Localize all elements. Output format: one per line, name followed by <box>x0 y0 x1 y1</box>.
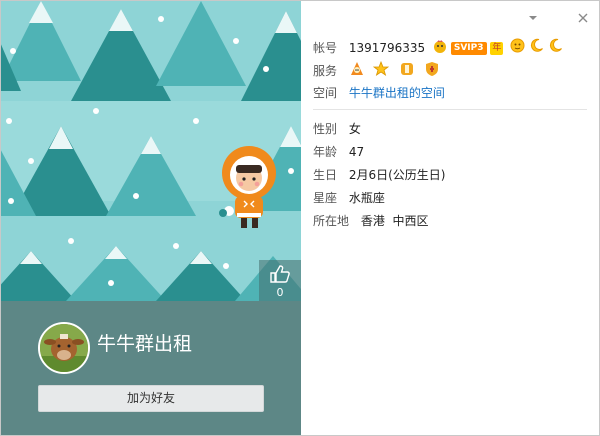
avatar[interactable] <box>38 322 90 374</box>
service-row: 服务 <box>313 60 440 82</box>
space-label: 空间 <box>313 86 338 100</box>
cover-panel: 0 牛牛群出租 加为好友 <box>1 1 301 435</box>
thumbs-up-icon <box>270 265 290 283</box>
moon-level-icon-2[interactable] <box>548 38 563 58</box>
add-friend-button[interactable]: 加为好友 <box>38 385 264 412</box>
gender-row: 性别 女 <box>313 120 361 138</box>
space-link[interactable]: 牛牛群出租的空间 <box>349 84 445 102</box>
like-count: 0 <box>276 286 284 299</box>
profile-card-window: 0 牛牛群出租 加为好友 帐号 1391796335 SVIP3 年 服务 空间… <box>0 0 600 436</box>
location-row: 所在地 香港 中西区 <box>313 212 428 230</box>
age-value: 47 <box>348 145 365 159</box>
pet-service-icon[interactable] <box>349 61 365 82</box>
year-badge[interactable]: 年 <box>490 41 504 55</box>
nickname: 牛牛群出租 <box>97 333 193 355</box>
svip-badge[interactable]: SVIP3 <box>450 41 487 55</box>
info-panel: 帐号 1391796335 SVIP3 年 服务 空间 牛牛群出租的空间 性别 … <box>301 1 599 435</box>
shield-service-icon[interactable] <box>424 61 440 82</box>
service-label: 服务 <box>313 64 338 78</box>
zodiac-label: 星座 <box>313 191 338 205</box>
sun-level-icon[interactable] <box>510 38 525 58</box>
account-value: 1391796335 <box>348 40 426 55</box>
account-row: 帐号 1391796335 SVIP3 年 <box>313 38 563 56</box>
profile-band: 牛牛群出租 加为好友 <box>1 301 301 435</box>
like-button[interactable]: 0 <box>259 260 301 301</box>
gender-value: 女 <box>348 122 361 136</box>
moon-level-icon[interactable] <box>529 38 544 58</box>
age-label: 年龄 <box>313 145 338 159</box>
birthday-value: 2月6日(公历生日) <box>348 168 446 182</box>
space-row: 空间 牛牛群出租的空间 <box>313 84 445 102</box>
location-value: 香港 中西区 <box>360 214 429 228</box>
game-service-icon[interactable] <box>399 61 415 82</box>
birthday-row: 生日 2月6日(公历生日) <box>313 166 445 184</box>
chevron-down-icon[interactable] <box>526 11 540 25</box>
gender-label: 性别 <box>313 122 338 136</box>
crown-icon[interactable] <box>433 39 447 58</box>
divider <box>313 109 587 110</box>
cover-image: 0 <box>1 1 301 301</box>
zodiac-value: 水瓶座 <box>348 191 385 205</box>
close-icon[interactable] <box>576 11 590 25</box>
location-label: 所在地 <box>313 214 350 228</box>
star-service-icon[interactable] <box>372 60 389 82</box>
account-label: 帐号 <box>313 40 338 55</box>
age-row: 年龄 47 <box>313 143 364 161</box>
zodiac-row: 星座 水瓶座 <box>313 189 385 207</box>
birthday-label: 生日 <box>313 168 338 182</box>
